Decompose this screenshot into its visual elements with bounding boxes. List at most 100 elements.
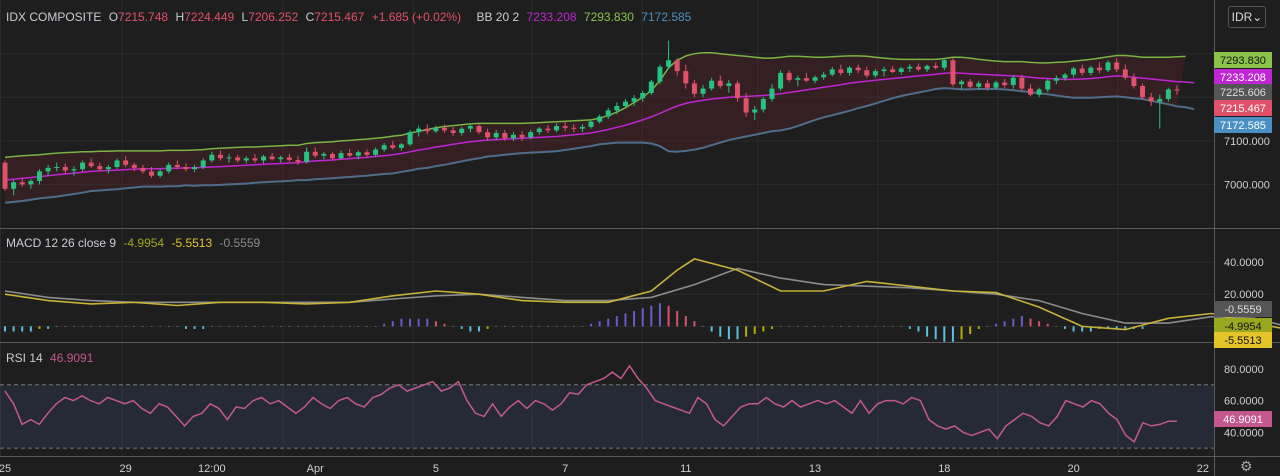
candle-body [640, 92, 646, 99]
macd-badge: -4.9954 [1224, 321, 1261, 333]
macd-histogram-bar [305, 325, 308, 327]
candle-body [752, 109, 758, 113]
macd-histogram-bar [167, 325, 170, 327]
candle-body [993, 82, 999, 88]
macd-histogram-bar [374, 325, 377, 327]
candle-body [1157, 99, 1163, 102]
candle-body [295, 160, 301, 162]
macd-histogram-bar [1141, 326, 1144, 329]
candle-body [510, 134, 516, 139]
candle-body [528, 132, 534, 138]
candle-body [778, 72, 784, 89]
candle-body [36, 171, 42, 181]
macd-histogram-bar [64, 325, 67, 327]
candle-body [174, 164, 180, 167]
macd-histogram-bar [366, 325, 368, 327]
macd-signal-value: -5.5513 [171, 236, 213, 250]
candle-body [1114, 62, 1120, 70]
macd-histogram-bar [477, 326, 480, 332]
macd-histogram-bar [116, 325, 118, 327]
currency-dropdown[interactable]: IDR⌄ [1228, 6, 1266, 28]
macd-histogram-bar [159, 325, 161, 327]
candle-body [743, 98, 749, 113]
macd-histogram-bar [98, 325, 101, 327]
macd-histogram-bar [840, 325, 842, 327]
macd-histogram-bar [219, 325, 222, 327]
candle-body [45, 167, 51, 172]
macd-histogram-bar [443, 323, 446, 327]
candle-body [1148, 97, 1154, 102]
macd-legend: MACD 12 26 close 9 -4.9954 -5.5513 -0.55… [6, 236, 264, 250]
rsi-value: 46.9091 [50, 351, 94, 365]
time-axis-label: 5 [433, 463, 439, 475]
macd-histogram-bar [495, 325, 498, 327]
candle-body [666, 60, 672, 67]
candle-body [1131, 77, 1137, 86]
macd-histogram-bar [400, 318, 403, 327]
macd-histogram-bar [908, 326, 911, 329]
macd-histogram-bar [658, 303, 661, 327]
macd-histogram-bar [512, 325, 515, 327]
candle-body [959, 81, 965, 85]
macd-histogram-bar [865, 325, 868, 327]
macd-histogram-bar [900, 325, 903, 327]
macd-histogram-bar [719, 326, 722, 337]
candle-body [622, 101, 628, 106]
macd-histogram-bar [202, 326, 205, 329]
macd-histogram-bar [624, 313, 627, 327]
macd-histogram-bar [736, 326, 739, 340]
price-badge: 7215.467 [1220, 103, 1266, 115]
candle-body [683, 71, 689, 84]
macd-histogram-bar [245, 325, 248, 327]
candle-body [735, 83, 740, 99]
macd-histogram-bar [331, 325, 334, 327]
macd-histogram-bar [891, 325, 894, 327]
candle-body [200, 160, 206, 167]
candle-body [803, 78, 809, 81]
macd-histogram-bar [883, 325, 885, 327]
bb-label: BB 20 2 [476, 10, 520, 24]
bb-lower-value: 7172.585 [641, 10, 692, 24]
time-axis-label: 18 [938, 463, 950, 475]
time-axis-label: Apr [307, 463, 324, 475]
candle-body [614, 106, 620, 111]
candle-body [1010, 77, 1016, 86]
trading-chart[interactable]: 7100.000 7000.000 40.0000 20.0000 80.0000 60.… [0, 0, 1280, 476]
macd-histogram-bar [917, 326, 920, 332]
macd-histogram-bar [788, 325, 791, 327]
low-value: 7206.252 [248, 10, 299, 24]
candle-body [183, 167, 189, 170]
macd-histogram-bar [73, 325, 75, 327]
gear-icon[interactable]: ⚙ [1240, 458, 1253, 475]
candle-body [19, 182, 25, 185]
candle-body [907, 66, 913, 69]
candle-body [605, 110, 611, 117]
candle-body [192, 167, 198, 170]
candle-body [519, 134, 525, 138]
macd-axis-tick-label: 40.0000 [1224, 257, 1264, 269]
rsi-axis-tick-label: 80.0000 [1224, 364, 1264, 376]
candle-body [278, 157, 284, 160]
macd-badge: -5.5513 [1224, 335, 1261, 347]
candle-body [588, 121, 594, 127]
macd-histogram-bar [934, 326, 937, 340]
macd-histogram-bar [504, 325, 506, 327]
price-badge: 7233.208 [1220, 72, 1266, 84]
bollinger-lower-line [4, 87, 1195, 204]
candle-body [28, 180, 34, 185]
macd-histogram-bar [1020, 316, 1023, 327]
candle-body [80, 162, 86, 170]
macd-histogram-bar [779, 325, 782, 327]
macd-value: -4.9954 [123, 236, 165, 250]
candle-body [149, 171, 154, 176]
macd-histogram-bar [874, 325, 877, 327]
candle-body [381, 145, 387, 150]
macd-histogram-bar [1012, 318, 1015, 327]
candle-body [648, 81, 654, 93]
macd-histogram-bar [1063, 326, 1066, 329]
rsi-label: RSI 14 [6, 351, 43, 365]
candle-body [355, 152, 361, 156]
macd-histogram-bar [4, 326, 6, 332]
candle-body [915, 66, 921, 70]
macd-histogram-bar [12, 326, 15, 332]
